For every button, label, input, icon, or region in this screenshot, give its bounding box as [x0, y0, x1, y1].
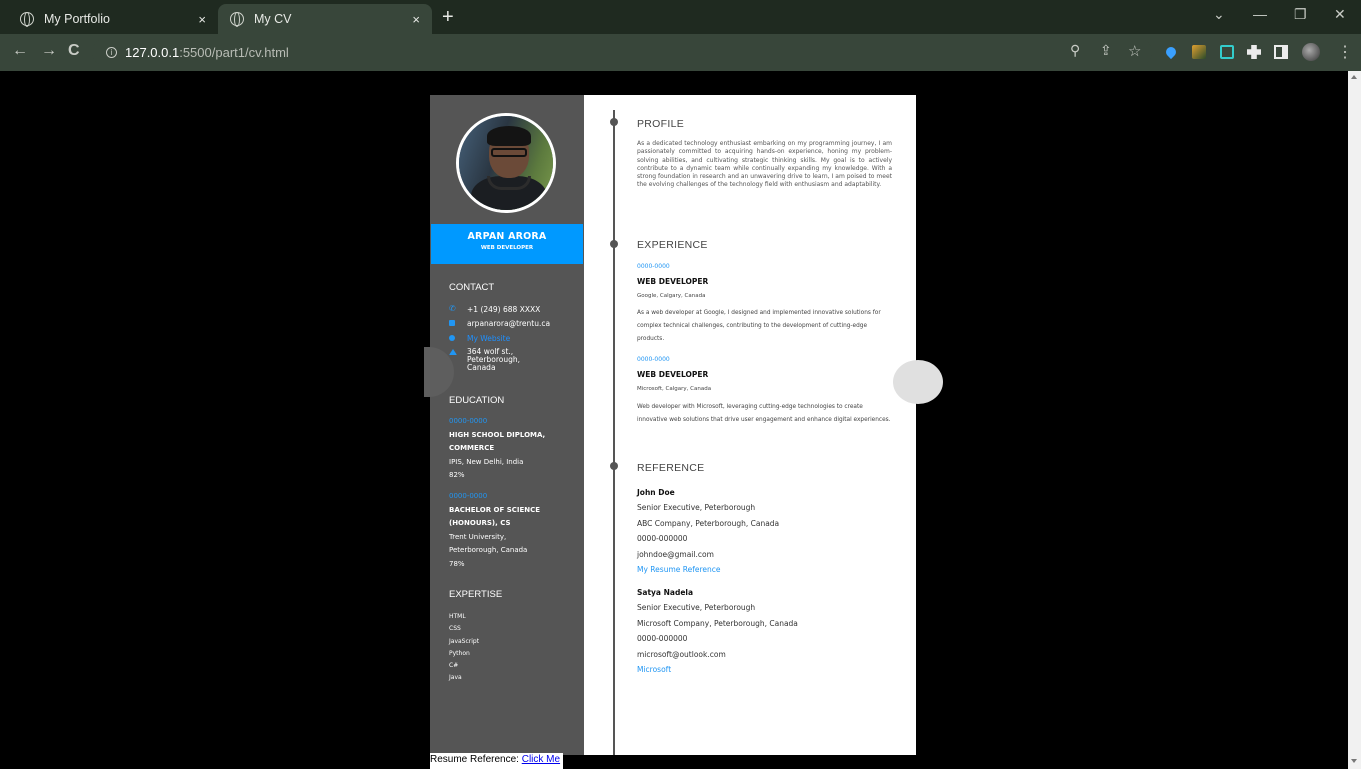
reference-link[interactable]: Microsoft	[637, 662, 798, 677]
new-tab-button[interactable]: +	[442, 6, 454, 29]
name-banner: ARPAN ARORA WEB DEVELOPER	[431, 224, 583, 264]
close-window-button[interactable]: ✕	[1334, 6, 1346, 23]
skill-item: Python	[449, 649, 470, 657]
reference-item: John Doe Senior Executive, Peterborough …	[637, 485, 779, 577]
person-role: WEB DEVELOPER	[480, 245, 534, 251]
profile-text: As a dedicated technology enthusiast emb…	[637, 140, 892, 189]
globe-icon	[449, 335, 455, 341]
timeline-dot	[610, 118, 618, 126]
contact-address: 364 wolf st., Peterborough, Canada	[449, 348, 520, 372]
experience-years: 0000-0000	[637, 263, 670, 270]
job-description: As a web developer at Google, I designed…	[637, 310, 881, 342]
contact-heading: CONTACT	[449, 282, 495, 293]
cv-document: ARPAN ARORA WEB DEVELOPER CONTACT ✆ +1 (…	[424, 95, 943, 755]
click-me-link[interactable]: Click Me	[522, 754, 560, 765]
skill-item: CSS	[449, 625, 461, 633]
extension-grid-icon[interactable]	[1220, 45, 1234, 59]
profile-heading: PROFILE	[637, 118, 685, 130]
profile-photo	[456, 113, 556, 213]
timeline-dot	[610, 240, 618, 248]
job-title: WEB DEVELOPER	[637, 277, 709, 286]
job-company: Microsoft, Calgary, Canada	[637, 386, 712, 392]
home-icon	[449, 349, 457, 355]
tab-search-icon[interactable]: ⌄	[1213, 6, 1225, 23]
footer-reference: Resume Reference: Click Me	[430, 753, 564, 769]
close-tab-icon[interactable]: ×	[412, 12, 420, 27]
skill-item: JavaScript	[449, 637, 480, 645]
side-panel-icon[interactable]	[1274, 45, 1288, 59]
url-host: 127.0.0.1	[125, 44, 180, 60]
browser-tab-strip: My Portfolio × My CV × + ⌄ — ❐ ✕	[0, 0, 1361, 34]
tab-my-portfolio[interactable]: My Portfolio ×	[8, 4, 218, 34]
contact-phone: ✆ +1 (249) 688 XXXX	[449, 304, 541, 314]
website-link[interactable]: My Website	[467, 334, 510, 343]
education-heading: EDUCATION	[449, 395, 505, 406]
share-icon[interactable]: ⇪	[1100, 42, 1112, 59]
education-item: 0000-0000 BACHELOR OF SCIENCE (HONOURS),…	[449, 492, 541, 568]
expertise-list: HTML CSS JavaScript Python C# Java	[449, 611, 479, 685]
bookmark-star-icon[interactable]: ☆	[1128, 42, 1141, 60]
scroll-up-arrow-icon[interactable]	[1351, 75, 1357, 79]
tab-title: My CV	[254, 12, 292, 26]
reference-heading: REFERENCE	[637, 462, 705, 474]
forward-button[interactable]: →	[41, 42, 57, 60]
reload-button[interactable]: C	[68, 42, 80, 60]
url-path: :5500/part1/cv.html	[179, 44, 289, 60]
skill-item: Java	[449, 674, 462, 682]
contact-email: arpanarora@trentu.ca	[449, 319, 550, 328]
timeline-line	[613, 110, 615, 755]
back-button[interactable]: ←	[12, 42, 28, 60]
job-company: Google, Calgary, Canada	[637, 293, 706, 299]
profile-avatar[interactable]	[1302, 43, 1320, 61]
globe-icon	[20, 12, 34, 27]
page-scrollbar[interactable]	[1348, 71, 1361, 769]
browser-toolbar: ← → C i 127.0.0.1 :5500/part1/cv.html ⚲ …	[0, 34, 1361, 71]
phone-icon: ✆	[449, 304, 456, 313]
skill-item: C#	[449, 662, 459, 670]
cv-sidebar: ARPAN ARORA WEB DEVELOPER CONTACT ✆ +1 (…	[424, 95, 584, 755]
contact-website[interactable]: My Website	[449, 334, 510, 343]
job-description: Web developer with Microsoft, leveraging…	[637, 404, 891, 423]
minimize-button[interactable]: —	[1253, 6, 1267, 22]
tab-my-cv[interactable]: My CV ×	[218, 4, 432, 34]
footer-label: Resume Reference:	[430, 754, 522, 765]
job-title: WEB DEVELOPER	[637, 370, 709, 379]
cv-main: PROFILE As a dedicated technology enthus…	[584, 95, 943, 755]
globe-icon	[230, 12, 244, 27]
education-item: 0000-0000 HIGH SCHOOL DIPLOMA, COMMERCE …	[449, 417, 546, 479]
reference-link[interactable]: My Resume Reference	[637, 562, 779, 577]
close-tab-icon[interactable]: ×	[198, 12, 206, 27]
envelope-icon	[449, 320, 455, 326]
reference-item: Satya Nadela Senior Executive, Peterboro…	[637, 585, 798, 677]
skill-item: HTML	[449, 613, 466, 620]
info-icon[interactable]: i	[106, 46, 117, 58]
browser-menu-icon[interactable]: ⋮	[1337, 42, 1353, 62]
timeline-dot	[610, 462, 618, 470]
scroll-down-arrow-icon[interactable]	[1351, 759, 1357, 763]
extension-game-icon[interactable]	[1192, 45, 1206, 59]
experience-heading: EXPERIENCE	[637, 239, 708, 251]
restore-button[interactable]: ❐	[1294, 6, 1307, 23]
person-name: ARPAN ARORA	[467, 231, 547, 242]
tab-title: My Portfolio	[44, 12, 110, 26]
experience-years: 0000-0000	[637, 356, 670, 363]
zoom-icon[interactable]: ⚲	[1070, 42, 1080, 59]
decorative-circle	[893, 360, 943, 404]
address-bar[interactable]: i 127.0.0.1 :5500/part1/cv.html	[92, 38, 1152, 66]
expertise-heading: EXPERTISE	[449, 589, 503, 600]
